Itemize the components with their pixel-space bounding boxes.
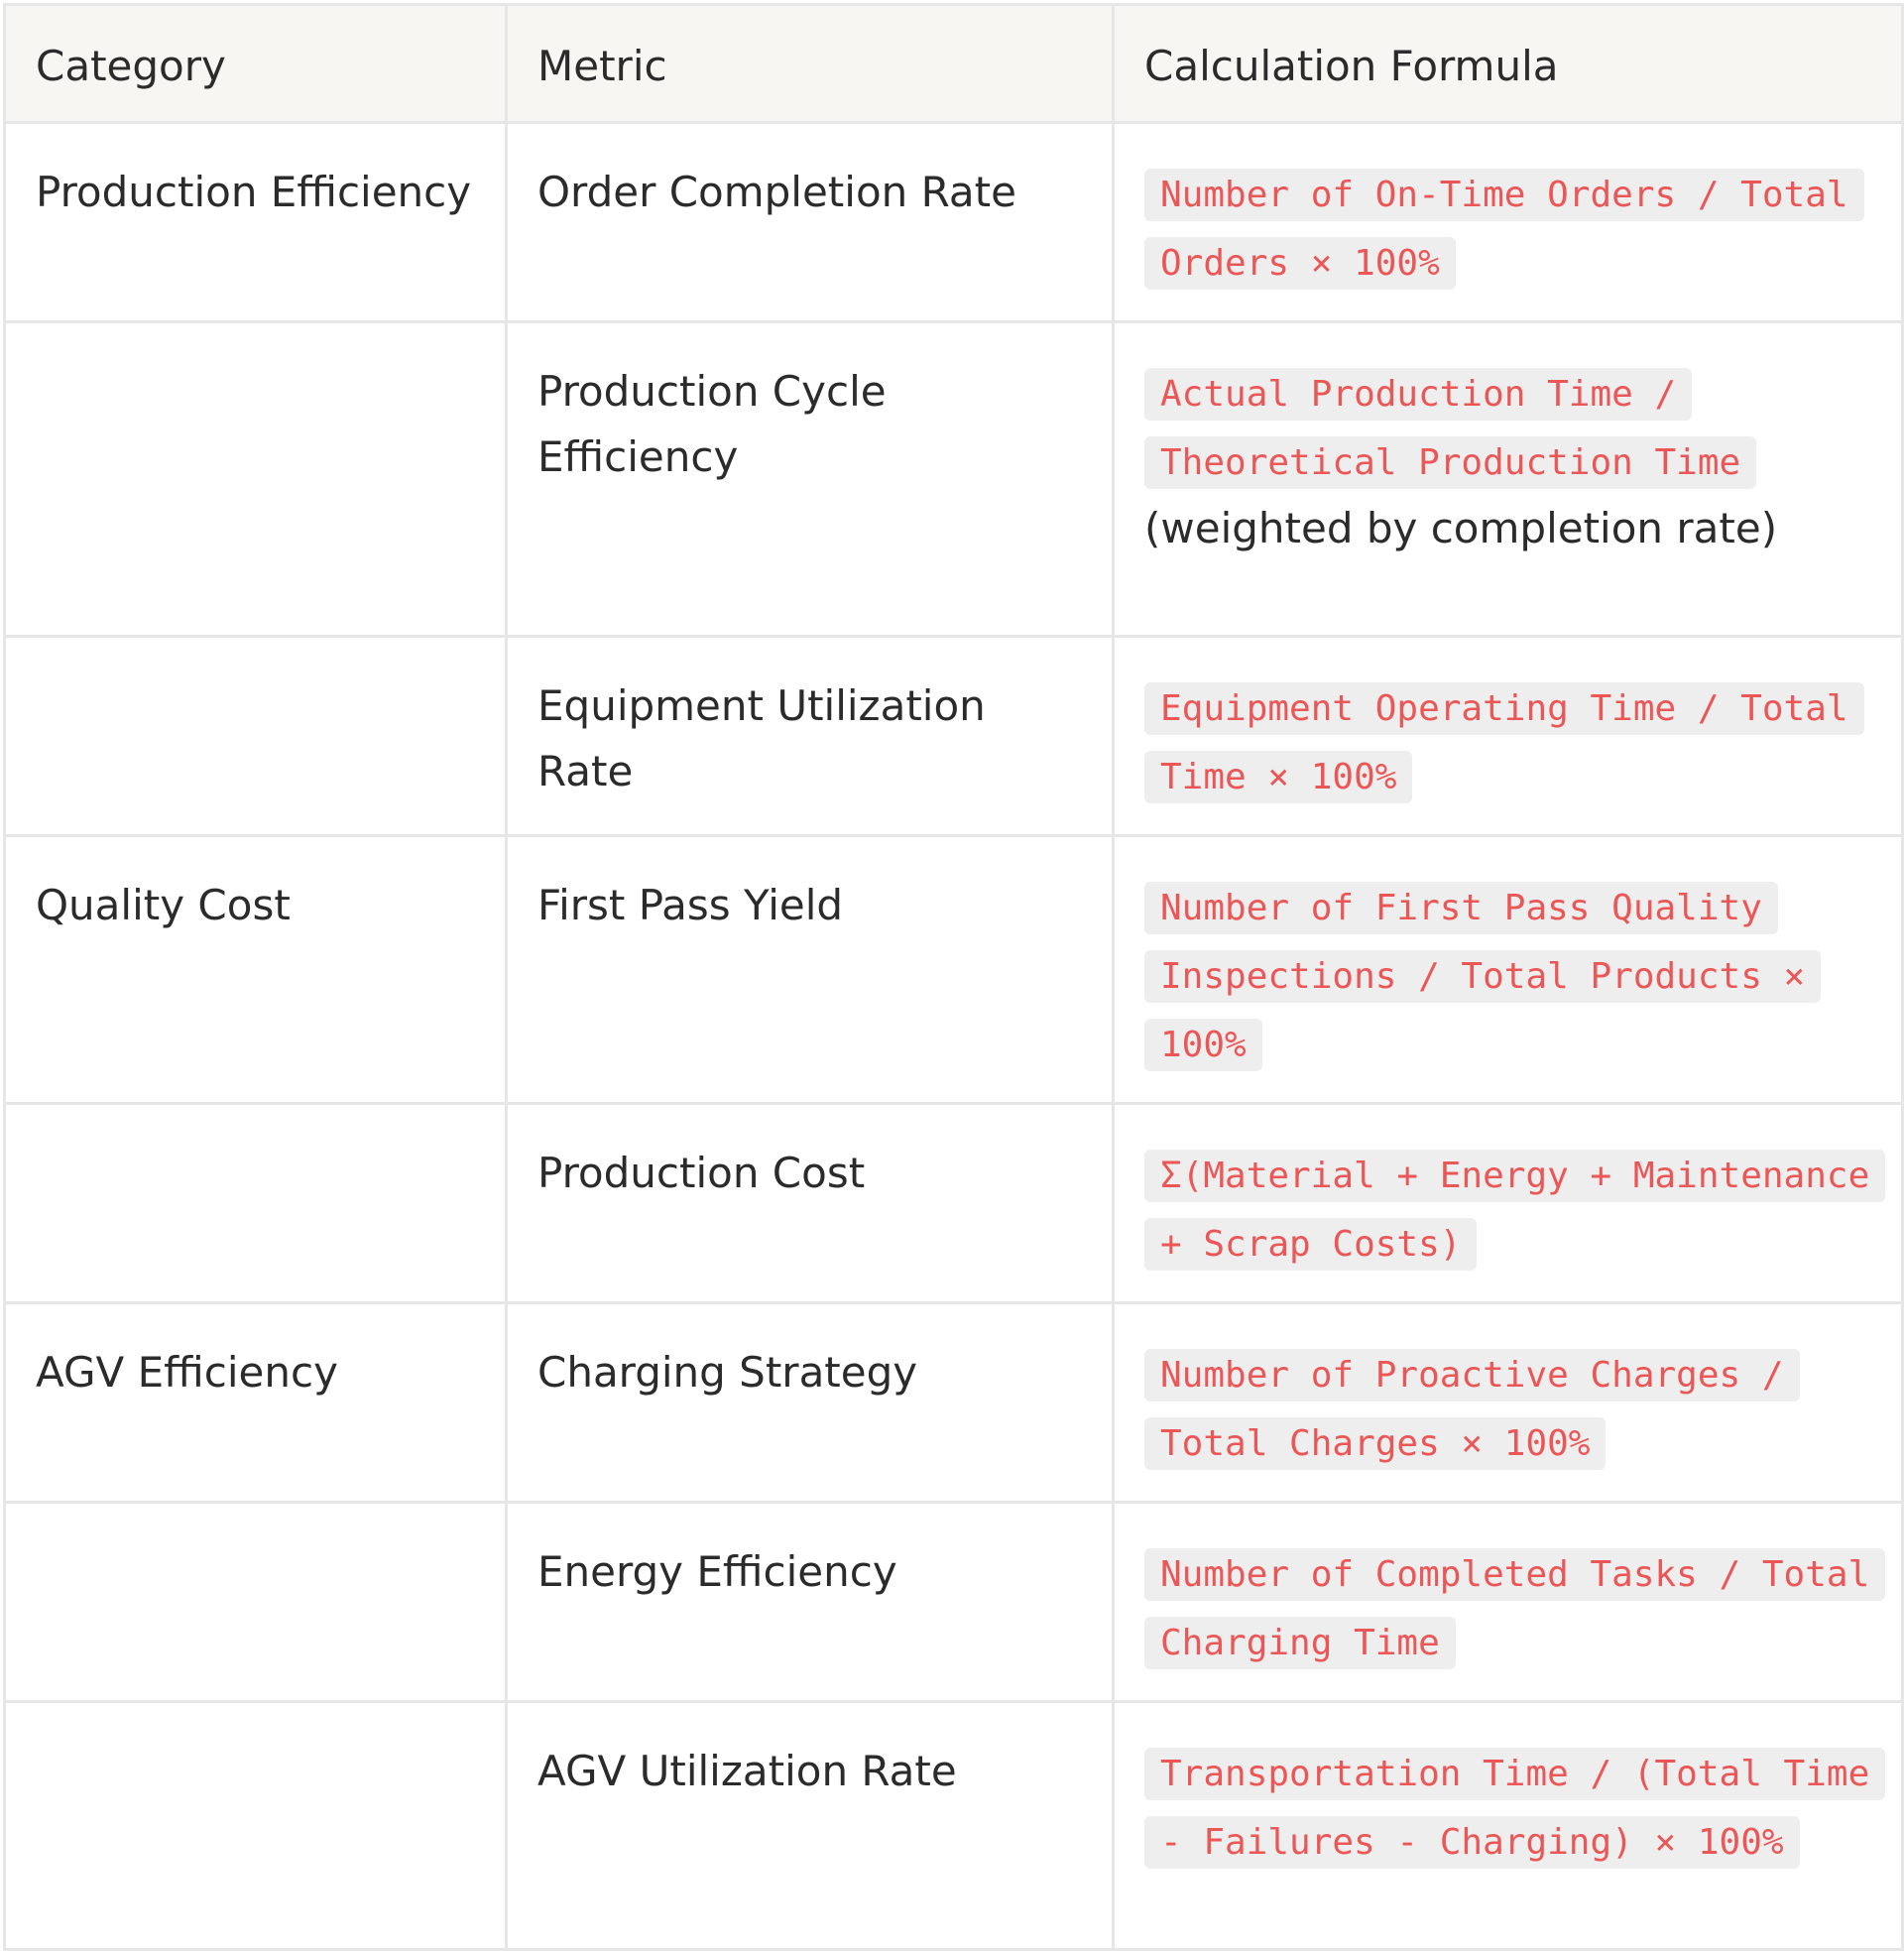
metrics-table: Category Metric Calculation Formula Prod… — [3, 3, 1904, 1951]
header-row: Category Metric Calculation Formula — [3, 3, 1904, 124]
table-row: Quality Cost First Pass Yield Number of … — [3, 834, 1904, 1105]
metric-cell: First Pass Yield — [505, 834, 1115, 1105]
category-cell — [3, 1501, 508, 1703]
category-cell — [3, 1102, 508, 1304]
formula-code: Equipment Operating Time / Total Time × … — [1144, 682, 1864, 803]
metric-cell: Charging Strategy — [505, 1301, 1115, 1504]
formula-code: Number of On-Time Orders / Total Orders … — [1144, 169, 1864, 290]
metric-cell: Production Cycle Efficiency — [505, 320, 1115, 638]
table-body: Production Efficiency Order Completion R… — [3, 121, 1904, 1951]
table-row: Production Cost Σ(Material + Energy + Ma… — [3, 1102, 1904, 1304]
category-cell: AGV Efficiency — [3, 1301, 508, 1504]
table-row: Energy Efficiency Number of Completed Ta… — [3, 1501, 1904, 1703]
table-row: Equipment Utilization Rate Equipment Ope… — [3, 635, 1904, 837]
metric-cell: Order Completion Rate — [505, 121, 1115, 323]
formula-cell: Number of On-Time Orders / Total Orders … — [1112, 121, 1904, 323]
formula-code: Transportation Time / (Total Time - Fail… — [1144, 1748, 1886, 1869]
table-row: Production Cycle Efficiency Actual Produ… — [3, 320, 1904, 638]
category-cell — [3, 320, 508, 638]
formula-cell: Σ(Material + Energy + Maintenance + Scra… — [1112, 1102, 1904, 1304]
formula-cell: Number of First Pass Quality Inspections… — [1112, 834, 1904, 1105]
header-metric: Metric — [505, 3, 1115, 124]
metric-cell: AGV Utilization Rate — [505, 1700, 1115, 1951]
metric-cell: Equipment Utilization Rate — [505, 635, 1115, 837]
formula-note: (weighted by completion rate) — [1144, 504, 1778, 552]
metric-cell: Production Cost — [505, 1102, 1115, 1304]
formula-cell: Number of Proactive Charges / Total Char… — [1112, 1301, 1904, 1504]
category-cell: Quality Cost — [3, 834, 508, 1105]
formula-cell: Transportation Time / (Total Time - Fail… — [1112, 1700, 1904, 1951]
table-row: AGV Efficiency Charging Strategy Number … — [3, 1301, 1904, 1504]
formula-code: Number of First Pass Quality Inspections… — [1144, 882, 1822, 1071]
table-header: Category Metric Calculation Formula — [3, 3, 1904, 124]
formula-cell: Number of Completed Tasks / Total Chargi… — [1112, 1501, 1904, 1703]
formula-cell: Actual Production Time / Theoretical Pro… — [1112, 320, 1904, 638]
category-cell — [3, 1700, 508, 1951]
header-category: Category — [3, 3, 508, 124]
formula-cell: Equipment Operating Time / Total Time × … — [1112, 635, 1904, 837]
formula-code: Σ(Material + Energy + Maintenance + Scra… — [1144, 1150, 1886, 1271]
formula-code: Number of Completed Tasks / Total Chargi… — [1144, 1548, 1886, 1669]
metric-cell: Energy Efficiency — [505, 1501, 1115, 1703]
formula-code: Actual Production Time / Theoretical Pro… — [1144, 368, 1757, 489]
formula-code: Number of Proactive Charges / Total Char… — [1144, 1349, 1800, 1470]
category-cell: Production Efficiency — [3, 121, 508, 323]
table-row: Production Efficiency Order Completion R… — [3, 121, 1904, 323]
category-cell — [3, 635, 508, 837]
header-formula: Calculation Formula — [1112, 3, 1904, 124]
table-row: AGV Utilization Rate Transportation Time… — [3, 1700, 1904, 1951]
